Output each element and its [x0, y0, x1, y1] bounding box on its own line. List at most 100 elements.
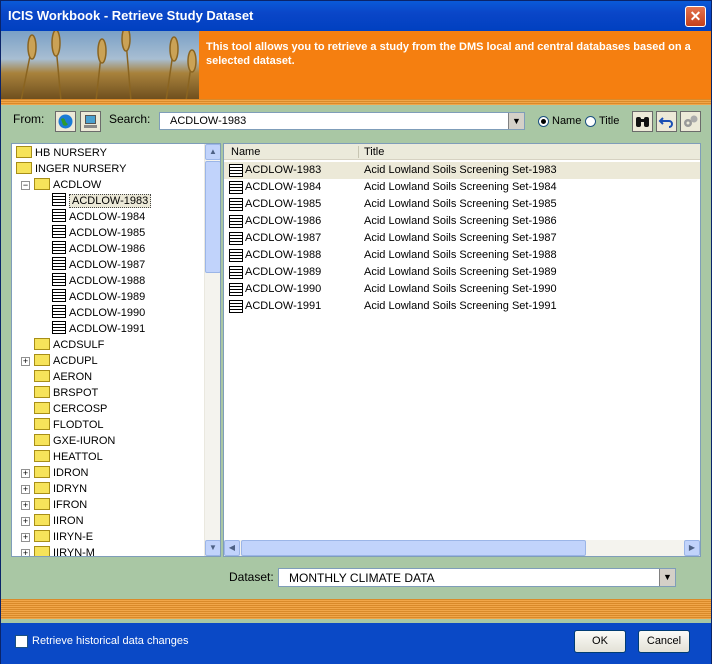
- scroll-thumb[interactable]: [205, 161, 220, 273]
- tree-item-dataset[interactable]: ACDLOW-1983: [52, 193, 152, 209]
- column-title[interactable]: Title: [364, 145, 384, 159]
- dataset-select[interactable]: MONTHLY CLIMATE DATA ▼: [278, 568, 676, 587]
- list-item[interactable]: ACDLOW-1983 Acid Lowland Soils Screening …: [224, 162, 700, 179]
- hscroll-thumb[interactable]: [241, 540, 586, 556]
- banner: This tool allows you to retrieve a study…: [1, 31, 711, 101]
- dataset-icon: [229, 283, 243, 296]
- tree-item-folder[interactable]: IIRYN-M: [34, 545, 95, 556]
- dataset-tree[interactable]: HB NURSERY INGER NURSERY − ACDLOW ACDLOW…: [11, 143, 221, 557]
- tree-item-dataset[interactable]: ACDLOW-1990: [52, 305, 145, 321]
- expand-icon[interactable]: +: [21, 549, 30, 556]
- tree-item-dataset[interactable]: ACDLOW-1991: [52, 321, 145, 337]
- tree-item-folder[interactable]: CERCOSP: [34, 401, 107, 417]
- list-hscrollbar[interactable]: ◀ ▶: [224, 540, 700, 556]
- close-button[interactable]: ✕: [685, 6, 706, 27]
- tree-item-folder[interactable]: ACDSULF: [34, 337, 104, 353]
- undo-icon[interactable]: [656, 111, 677, 132]
- tree-item-dataset[interactable]: ACDLOW-1987: [52, 257, 145, 273]
- tree-item-dataset[interactable]: ACDLOW-1986: [52, 241, 145, 257]
- history-checkbox[interactable]: [15, 635, 28, 648]
- column-name[interactable]: Name: [231, 145, 260, 159]
- expand-icon[interactable]: +: [21, 501, 30, 510]
- history-checkbox-label: Retrieve historical data changes: [32, 635, 189, 647]
- list-item[interactable]: ACDLOW-1990 Acid Lowland Soils Screening …: [224, 281, 700, 298]
- tree-item-folder[interactable]: IDRON: [34, 465, 88, 481]
- list-item-name: ACDLOW-1986: [245, 215, 322, 227]
- study-list[interactable]: Name Title ACDLOW-1983 Acid Lowland Soils…: [223, 143, 701, 557]
- tree-item-folder[interactable]: IIRON: [34, 513, 84, 529]
- search-input[interactable]: [160, 113, 500, 129]
- radio-title[interactable]: [585, 116, 596, 127]
- banner-text: This tool allows you to retrieve a study…: [206, 41, 691, 67]
- list-item-title: Acid Lowland Soils Screening Set-1986: [364, 215, 557, 227]
- dataset-icon: [229, 232, 243, 245]
- tree-item-inger-nursery[interactable]: INGER NURSERY: [16, 161, 126, 177]
- list-item-title: Acid Lowland Soils Screening Set-1989: [364, 266, 557, 278]
- radio-name[interactable]: [538, 116, 549, 127]
- list-header: Name Title: [224, 144, 700, 160]
- dataset-icon: [52, 273, 66, 286]
- tree-item-dataset[interactable]: ACDLOW-1989: [52, 289, 145, 305]
- list-item[interactable]: ACDLOW-1985 Acid Lowland Soils Screening …: [224, 196, 700, 213]
- tree-item-folder[interactable]: AERON: [34, 369, 92, 385]
- expand-icon[interactable]: +: [21, 533, 30, 542]
- dataset-icon: [229, 164, 243, 177]
- search-combobox[interactable]: ▼: [159, 112, 525, 130]
- tree-item-folder[interactable]: HEATTOL: [34, 449, 103, 465]
- tree-scrollbar[interactable]: ▲ ▼: [204, 144, 220, 556]
- list-item-name: ACDLOW-1991: [245, 300, 322, 312]
- folder-icon: [34, 370, 50, 382]
- tree-item-dataset[interactable]: ACDLOW-1984: [52, 209, 145, 225]
- tree-item-folder[interactable]: GXE-IURON: [34, 433, 115, 449]
- folder-open-icon: [34, 178, 50, 190]
- tree-item-folder[interactable]: ACDUPL: [34, 353, 98, 369]
- list-item[interactable]: ACDLOW-1984 Acid Lowland Soils Screening …: [224, 179, 700, 196]
- dataset-icon: [229, 181, 243, 194]
- list-item[interactable]: ACDLOW-1991 Acid Lowland Soils Screening …: [224, 298, 700, 315]
- dataset-icon: [52, 209, 66, 222]
- dataset-icon: [229, 198, 243, 211]
- tree-item-dataset[interactable]: ACDLOW-1985: [52, 225, 145, 241]
- list-item[interactable]: ACDLOW-1989 Acid Lowland Soils Screening …: [224, 264, 700, 281]
- list-item[interactable]: ACDLOW-1988 Acid Lowland Soils Screening …: [224, 247, 700, 264]
- tree-item-acdlow[interactable]: ACDLOW: [34, 177, 101, 193]
- binoculars-icon[interactable]: [632, 111, 653, 132]
- computer-icon[interactable]: [80, 111, 101, 132]
- tree-item-folder[interactable]: IFRON: [34, 497, 87, 513]
- tree-item-folder[interactable]: IIRYN-E: [34, 529, 93, 545]
- collapse-icon[interactable]: −: [21, 181, 30, 190]
- cancel-button[interactable]: Cancel: [638, 630, 690, 653]
- folder-icon: [34, 418, 50, 430]
- expand-icon[interactable]: +: [21, 485, 30, 494]
- list-item-title: Acid Lowland Soils Screening Set-1984: [364, 181, 557, 193]
- gears-icon[interactable]: [680, 111, 701, 132]
- tree-item-folder[interactable]: IDRYN: [34, 481, 87, 497]
- tree-item-folder[interactable]: FLODTOL: [34, 417, 104, 433]
- tree-item-folder[interactable]: BRSPOT: [34, 385, 98, 401]
- list-item-title: Acid Lowland Soils Screening Set-1988: [364, 249, 557, 261]
- tree-item-dataset[interactable]: ACDLOW-1988: [52, 273, 145, 289]
- chevron-down-icon[interactable]: ▼: [659, 569, 675, 586]
- tree-item-hb-nursery[interactable]: HB NURSERY: [16, 145, 107, 161]
- globe-icon[interactable]: [55, 111, 76, 132]
- expand-icon[interactable]: +: [21, 517, 30, 526]
- list-item[interactable]: ACDLOW-1986 Acid Lowland Soils Screening …: [224, 213, 700, 230]
- expand-icon[interactable]: +: [21, 357, 30, 366]
- title-bar[interactable]: ICIS Workbook - Retrieve Study Dataset ✕: [1, 1, 711, 31]
- scroll-left-icon[interactable]: ◀: [224, 540, 240, 556]
- scroll-right-icon[interactable]: ▶: [684, 540, 700, 556]
- dataset-label: Dataset:: [229, 570, 274, 584]
- scroll-down-icon[interactable]: ▼: [205, 540, 220, 556]
- chevron-down-icon[interactable]: ▼: [508, 113, 524, 129]
- scroll-up-icon[interactable]: ▲: [205, 144, 220, 160]
- expand-icon[interactable]: +: [21, 469, 30, 478]
- search-label: Search:: [109, 112, 151, 126]
- folder-icon: [34, 546, 50, 556]
- wheat-image: [1, 31, 199, 101]
- ok-button[interactable]: OK: [574, 630, 626, 653]
- folder-icon: [34, 498, 50, 510]
- radio-name-label: Name: [552, 115, 582, 127]
- banner-stripe: [1, 99, 711, 105]
- dataset-icon: [52, 241, 66, 254]
- list-item[interactable]: ACDLOW-1987 Acid Lowland Soils Screening …: [224, 230, 700, 247]
